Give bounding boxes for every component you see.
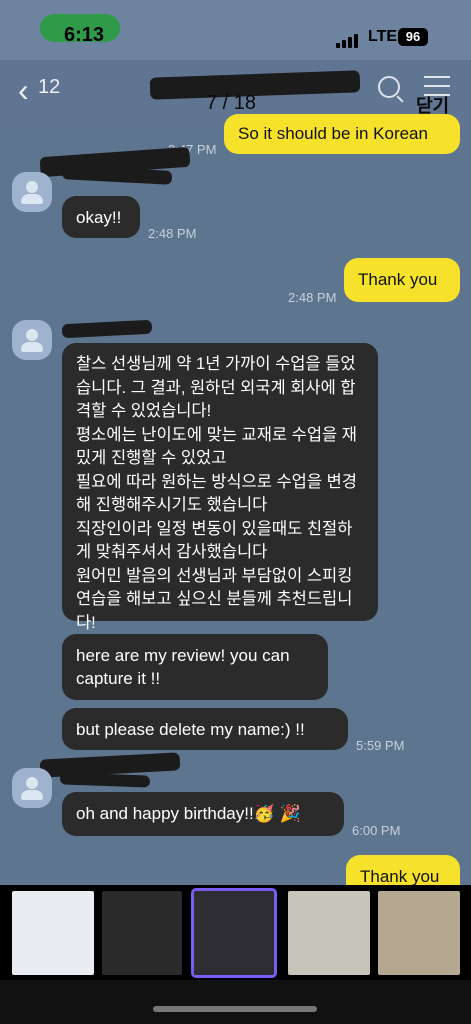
incoming-message: okay!! (62, 196, 140, 238)
thumbnail[interactable] (288, 891, 370, 975)
timestamp: 2:48 PM (148, 226, 197, 241)
thumbnail[interactable] (378, 891, 460, 975)
outgoing-message: Thank you (344, 258, 460, 302)
thumbnail[interactable] (12, 891, 94, 975)
timestamp: 5:59 PM (356, 738, 405, 753)
home-indicator-area (0, 980, 471, 1024)
avatar[interactable] (12, 320, 52, 360)
search-icon[interactable] (378, 76, 400, 98)
status-time: 6:13 (64, 24, 105, 46)
network-label: LTE (368, 28, 398, 45)
signal-icon (336, 30, 360, 48)
home-indicator[interactable] (153, 1006, 317, 1012)
redacted-name (59, 772, 151, 788)
redacted-name (61, 319, 153, 339)
timestamp: 6:00 PM (352, 823, 401, 838)
thumbnail-selected[interactable] (191, 888, 277, 978)
timestamp: 2:48 PM (288, 290, 337, 305)
back-chevron-icon[interactable]: ‹ (18, 72, 29, 109)
avatar[interactable] (12, 768, 52, 808)
incoming-message: oh and happy birthday!!🥳 🎉 (62, 792, 344, 836)
battery-icon: 96 (398, 28, 428, 46)
incoming-message: 찰스 선생님께 약 1년 가까이 수업을 들었습니다. 그 결과, 원하던 외국… (62, 343, 378, 632)
avatar[interactable] (12, 172, 52, 212)
incoming-message: but please delete my name:) !! (62, 708, 348, 750)
thumbnail[interactable] (102, 891, 182, 975)
unread-count[interactable]: 12 (38, 76, 60, 99)
image-pager: 7 / 18 (206, 92, 257, 114)
outgoing-message: So it should be in Korean (224, 114, 460, 154)
incoming-message: here are my review! you can capture it !… (62, 634, 328, 700)
